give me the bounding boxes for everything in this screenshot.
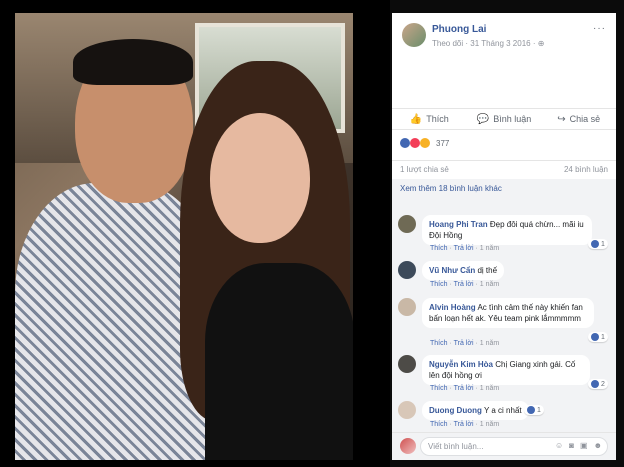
reaction-count: 377	[436, 138, 450, 148]
comment-like-link[interactable]: Thích	[430, 281, 448, 288]
gif-icon[interactable]: ▣	[580, 441, 588, 450]
comment-reply-link[interactable]: Trả lời	[454, 340, 474, 347]
comment-reaction-badge[interactable]: 1	[588, 332, 608, 342]
share-count[interactable]: 1 lượt chia sẻ	[400, 165, 449, 178]
commenter-name[interactable]: Nguyễn Kim Hòa	[429, 360, 493, 369]
emoji-icon[interactable]: ☺	[555, 441, 563, 450]
comment-text: dị thế	[477, 266, 498, 275]
comment-icon: 💬	[476, 113, 490, 125]
compose-icons: ☺ ◙ ▣ ☻	[555, 441, 602, 450]
comment-like-link[interactable]: Thích	[430, 421, 448, 428]
comment-time: 1 năm	[479, 385, 500, 392]
comment-time: 1 năm	[479, 340, 500, 347]
like-reaction-icon	[591, 380, 599, 388]
comment-reaction-badge[interactable]: 1	[588, 239, 608, 249]
like-button[interactable]: 👍 Thích	[392, 109, 467, 129]
commenter-avatar[interactable]	[398, 355, 416, 373]
view-more-comments-link[interactable]: Xem thêm 18 bình luận khác	[400, 184, 502, 193]
comment-meta: Thích · Trả lời · 1 năm	[430, 340, 500, 347]
comment-reaction-count: 1	[537, 406, 541, 414]
thumbs-up-icon: 👍	[409, 113, 423, 125]
comment-meta: Thích · Trả lời · 1 năm	[430, 281, 500, 288]
comment-time: 1 năm	[479, 245, 500, 252]
like-reaction-icon	[591, 240, 599, 248]
post-header: Phuong Lai Theo dõi · 31 Tháng 3 2016 · …	[392, 13, 616, 95]
like-reaction-icon	[400, 138, 410, 148]
comment-reaction-badge[interactable]: 1	[524, 405, 544, 415]
comment-bubble: Duong Duong Y a ci nhất	[422, 401, 529, 420]
comment-reaction-count: 1	[601, 333, 605, 341]
photo-woman-face	[210, 113, 310, 243]
commenter-avatar[interactable]	[398, 401, 416, 419]
love-reaction-icon	[410, 138, 420, 148]
reactions-summary[interactable]: 377	[400, 136, 449, 150]
current-user-avatar	[400, 438, 416, 454]
post-meta-text: Theo dõi · 31 Tháng 3 2016 ·	[432, 39, 538, 48]
comment-time: 1 năm	[479, 281, 500, 288]
comment-like-link[interactable]: Thích	[430, 385, 448, 392]
comment-compose-bar: Viết bình luận... ☺ ◙ ▣ ☻	[392, 432, 616, 460]
photo-woman-shirt	[205, 263, 353, 460]
comment-bubble: Alvin Hoàng Ac tình cảm thế này khiến fa…	[422, 298, 594, 328]
comment-button[interactable]: 💬 Bình luận	[467, 109, 542, 129]
commenter-name[interactable]: Hoang Phi Tran	[429, 220, 488, 229]
comment-bubble: Vũ Như Cẩn dị thế	[422, 261, 505, 280]
comment-like-link[interactable]: Thích	[430, 340, 448, 347]
sticker-icon[interactable]: ☻	[594, 441, 602, 450]
photo-viewer	[0, 0, 390, 467]
comment-time: 1 năm	[479, 421, 500, 428]
comment-text: Y a ci nhất	[483, 406, 522, 415]
like-reaction-icon	[527, 406, 535, 414]
author-avatar[interactable]	[402, 23, 426, 47]
comment-meta: Thích · Trả lời · 1 năm	[430, 245, 500, 252]
share-label: Chia sẻ	[569, 114, 601, 124]
comments-section: Xem thêm 18 bình luận khác Hoang Phi Tra…	[392, 179, 616, 432]
commenter-name[interactable]: Alvin Hoàng	[429, 303, 476, 312]
comment-reaction-count: 2	[601, 380, 605, 388]
camera-icon[interactable]: ◙	[569, 441, 574, 450]
commenter-name[interactable]: Duong Duong	[429, 406, 482, 415]
comment-reaction-count: 1	[601, 240, 605, 248]
comment-bubble: Nguyễn Kim Hòa Chị Giang xinh gái. Cố lê…	[422, 355, 590, 385]
comment-reply-link[interactable]: Trả lời	[454, 245, 474, 252]
post-stats: 1 lượt chia sẻ 24 bình luận	[392, 160, 616, 178]
photo-man-hair	[73, 39, 193, 85]
haha-reaction-icon	[420, 138, 430, 148]
post-photo[interactable]	[15, 13, 353, 460]
post-actions: 👍 Thích 💬 Bình luận ↪ Chia sẻ	[392, 108, 616, 130]
author-name[interactable]: Phuong Lai	[432, 24, 486, 35]
more-options-button[interactable]: ···	[593, 23, 606, 34]
commenter-avatar[interactable]	[398, 298, 416, 316]
comment-reply-link[interactable]: Trả lời	[454, 385, 474, 392]
comment-reaction-badge[interactable]: 2	[588, 379, 608, 389]
comment-reply-link[interactable]: Trả lời	[454, 421, 474, 428]
globe-icon: ⊕	[537, 39, 545, 48]
share-icon: ↪	[557, 113, 566, 125]
comment-like-link[interactable]: Thích	[430, 245, 448, 252]
like-label: Thích	[426, 114, 449, 124]
comment-count[interactable]: 24 bình luận	[564, 165, 608, 178]
comment-reply-link[interactable]: Trả lời	[454, 281, 474, 288]
post-side-panel: Phuong Lai Theo dõi · 31 Tháng 3 2016 · …	[392, 13, 616, 460]
comment-bubble: Hoang Phi Tran Đẹp đôi quá chừn... mãi i…	[422, 215, 592, 245]
comment-label: Bình luận	[493, 114, 532, 124]
commenter-name[interactable]: Vũ Như Cẩn	[429, 266, 475, 275]
comment-meta: Thích · Trả lời · 1 năm	[430, 421, 500, 428]
commenter-avatar[interactable]	[398, 261, 416, 279]
commenter-avatar[interactable]	[398, 215, 416, 233]
post-meta: Theo dõi · 31 Tháng 3 2016 · ⊕	[432, 39, 544, 48]
like-reaction-icon	[591, 333, 599, 341]
comment-meta: Thích · Trả lời · 1 năm	[430, 385, 500, 392]
share-button[interactable]: ↪ Chia sẻ	[541, 109, 616, 129]
